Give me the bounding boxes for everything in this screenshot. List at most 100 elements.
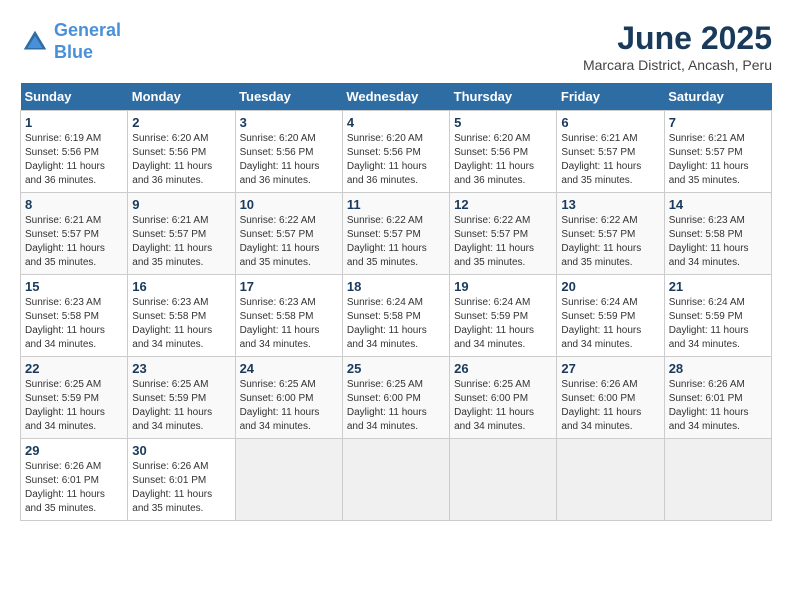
day-cell-25: 25 Sunrise: 6:25 AM Sunset: 6:00 PM Dayli… — [342, 357, 449, 439]
day-info: Sunrise: 6:26 AM Sunset: 6:00 PM Dayligh… — [561, 378, 659, 434]
day-number: 20 — [561, 279, 659, 294]
day-info: Sunrise: 6:22 AM Sunset: 5:57 PM Dayligh… — [561, 214, 659, 270]
empty-cell — [450, 439, 557, 521]
col-thursday: Thursday — [450, 83, 557, 111]
day-cell-9: 9 Sunrise: 6:21 AM Sunset: 5:57 PM Daylig… — [128, 193, 235, 275]
day-cell-26: 26Sunrise: 6:25 AM Sunset: 6:00 PM Dayli… — [450, 357, 557, 439]
day-cell-12: 12 Sunrise: 6:22 AM Sunset: 5:57 PM Dayli… — [450, 193, 557, 275]
day-cell-17: 17Sunrise: 6:23 AM Sunset: 5:58 PM Dayli… — [235, 275, 342, 357]
day-info: Sunrise: 6:26 AM Sunset: 6:01 PM Dayligh… — [25, 460, 123, 516]
calendar-week-4: 22 Sunrise: 6:25 AM Sunset: 5:59 PM Dayli… — [21, 357, 772, 439]
day-number: 18 — [347, 279, 445, 294]
day-info: Sunrise: 6:23 AM Sunset: 5:58 PM Dayligh… — [132, 296, 230, 352]
day-info: Sunrise: 6:22 AM Sunset: 5:57 PM Dayligh… — [240, 214, 338, 270]
day-info: Sunrise: 6:20 AM Sunset: 5:56 PM Dayligh… — [240, 132, 338, 188]
day-number: 30 — [132, 443, 230, 458]
logo: General Blue — [20, 20, 121, 63]
day-number: 19 — [454, 279, 552, 294]
day-cell-27: 27 Sunrise: 6:26 AM Sunset: 6:00 PM Dayli… — [557, 357, 664, 439]
day-cell-28: 28 Sunrise: 6:26 AM Sunset: 6:01 PM Dayli… — [664, 357, 771, 439]
day-cell-24: 24 Sunrise: 6:25 AM Sunset: 6:00 PM Dayli… — [235, 357, 342, 439]
day-info: Sunrise: 6:22 AM Sunset: 5:57 PM Dayligh… — [454, 214, 552, 270]
col-monday: Monday — [128, 83, 235, 111]
day-number: 28 — [669, 361, 767, 376]
col-sunday: Sunday — [21, 83, 128, 111]
day-info: Sunrise: 6:26 AM Sunset: 6:01 PM Dayligh… — [669, 378, 767, 434]
day-cell-7: 7 Sunrise: 6:21 AM Sunset: 5:57 PM Daylig… — [664, 111, 771, 193]
day-cell-11: 11Sunrise: 6:22 AM Sunset: 5:57 PM Dayli… — [342, 193, 449, 275]
calendar-header-row: Sunday Monday Tuesday Wednesday Thursday… — [21, 83, 772, 111]
day-number: 13 — [561, 197, 659, 212]
day-info: Sunrise: 6:25 AM Sunset: 5:59 PM Dayligh… — [132, 378, 230, 434]
day-cell-4: 4Sunrise: 6:20 AM Sunset: 5:56 PM Daylig… — [342, 111, 449, 193]
location: Marcara District, Ancash, Peru — [583, 57, 772, 73]
logo-line1: General — [54, 20, 121, 40]
day-number: 21 — [669, 279, 767, 294]
day-number: 2 — [132, 115, 230, 130]
day-cell-13: 13 Sunrise: 6:22 AM Sunset: 5:57 PM Dayli… — [557, 193, 664, 275]
day-cell-21: 21 Sunrise: 6:24 AM Sunset: 5:59 PM Dayli… — [664, 275, 771, 357]
day-info: Sunrise: 6:23 AM Sunset: 5:58 PM Dayligh… — [669, 214, 767, 270]
page-header: General Blue June 2025 Marcara District,… — [20, 20, 772, 73]
day-cell-15: 15 Sunrise: 6:23 AM Sunset: 5:58 PM Dayli… — [21, 275, 128, 357]
day-cell-20: 20 Sunrise: 6:24 AM Sunset: 5:59 PM Dayli… — [557, 275, 664, 357]
day-number: 23 — [132, 361, 230, 376]
day-cell-8: 8Sunrise: 6:21 AM Sunset: 5:57 PM Daylig… — [21, 193, 128, 275]
day-cell-19: 19 Sunrise: 6:24 AM Sunset: 5:59 PM Dayli… — [450, 275, 557, 357]
calendar-table: Sunday Monday Tuesday Wednesday Thursday… — [20, 83, 772, 521]
day-number: 22 — [25, 361, 123, 376]
logo-icon — [20, 27, 50, 57]
day-number: 12 — [454, 197, 552, 212]
day-cell-1: 1Sunrise: 6:19 AM Sunset: 5:56 PM Daylig… — [21, 111, 128, 193]
day-number: 3 — [240, 115, 338, 130]
day-info: Sunrise: 6:19 AM Sunset: 5:56 PM Dayligh… — [25, 132, 123, 188]
day-cell-2: 2Sunrise: 6:20 AM Sunset: 5:56 PM Daylig… — [128, 111, 235, 193]
calendar-week-3: 15 Sunrise: 6:23 AM Sunset: 5:58 PM Dayli… — [21, 275, 772, 357]
day-cell-18: 18 Sunrise: 6:24 AM Sunset: 5:58 PM Dayli… — [342, 275, 449, 357]
day-cell-29: 29Sunrise: 6:26 AM Sunset: 6:01 PM Dayli… — [21, 439, 128, 521]
calendar-week-5: 29Sunrise: 6:26 AM Sunset: 6:01 PM Dayli… — [21, 439, 772, 521]
empty-cell — [342, 439, 449, 521]
day-info: Sunrise: 6:22 AM Sunset: 5:57 PM Dayligh… — [347, 214, 445, 270]
day-info: Sunrise: 6:24 AM Sunset: 5:58 PM Dayligh… — [347, 296, 445, 352]
day-info: Sunrise: 6:26 AM Sunset: 6:01 PM Dayligh… — [132, 460, 230, 516]
day-number: 8 — [25, 197, 123, 212]
day-info: Sunrise: 6:25 AM Sunset: 6:00 PM Dayligh… — [347, 378, 445, 434]
day-info: Sunrise: 6:23 AM Sunset: 5:58 PM Dayligh… — [25, 296, 123, 352]
logo-line2: Blue — [54, 42, 93, 62]
col-saturday: Saturday — [664, 83, 771, 111]
day-number: 9 — [132, 197, 230, 212]
day-info: Sunrise: 6:20 AM Sunset: 5:56 PM Dayligh… — [347, 132, 445, 188]
day-number: 10 — [240, 197, 338, 212]
col-tuesday: Tuesday — [235, 83, 342, 111]
day-cell-30: 30 Sunrise: 6:26 AM Sunset: 6:01 PM Dayli… — [128, 439, 235, 521]
col-wednesday: Wednesday — [342, 83, 449, 111]
col-friday: Friday — [557, 83, 664, 111]
day-info: Sunrise: 6:21 AM Sunset: 5:57 PM Dayligh… — [669, 132, 767, 188]
day-number: 26 — [454, 361, 552, 376]
day-number: 25 — [347, 361, 445, 376]
day-cell-14: 14 Sunrise: 6:23 AM Sunset: 5:58 PM Dayli… — [664, 193, 771, 275]
day-number: 15 — [25, 279, 123, 294]
day-info: Sunrise: 6:21 AM Sunset: 5:57 PM Dayligh… — [132, 214, 230, 270]
day-info: Sunrise: 6:24 AM Sunset: 5:59 PM Dayligh… — [669, 296, 767, 352]
empty-cell — [664, 439, 771, 521]
day-cell-5: 5Sunrise: 6:20 AM Sunset: 5:56 PM Daylig… — [450, 111, 557, 193]
day-info: Sunrise: 6:25 AM Sunset: 6:00 PM Dayligh… — [240, 378, 338, 434]
empty-cell — [557, 439, 664, 521]
day-info: Sunrise: 6:24 AM Sunset: 5:59 PM Dayligh… — [454, 296, 552, 352]
day-number: 5 — [454, 115, 552, 130]
day-info: Sunrise: 6:21 AM Sunset: 5:57 PM Dayligh… — [561, 132, 659, 188]
day-cell-6: 6Sunrise: 6:21 AM Sunset: 5:57 PM Daylig… — [557, 111, 664, 193]
day-number: 27 — [561, 361, 659, 376]
day-number: 14 — [669, 197, 767, 212]
day-cell-22: 22Sunrise: 6:25 AM Sunset: 5:59 PM Dayli… — [21, 357, 128, 439]
day-number: 7 — [669, 115, 767, 130]
day-cell-3: 3 Sunrise: 6:20 AM Sunset: 5:56 PM Daylig… — [235, 111, 342, 193]
calendar-week-1: 1Sunrise: 6:19 AM Sunset: 5:56 PM Daylig… — [21, 111, 772, 193]
day-cell-23: 23 Sunrise: 6:25 AM Sunset: 5:59 PM Dayli… — [128, 357, 235, 439]
empty-cell — [235, 439, 342, 521]
day-number: 24 — [240, 361, 338, 376]
day-info: Sunrise: 6:24 AM Sunset: 5:59 PM Dayligh… — [561, 296, 659, 352]
logo-text: General Blue — [54, 20, 121, 63]
